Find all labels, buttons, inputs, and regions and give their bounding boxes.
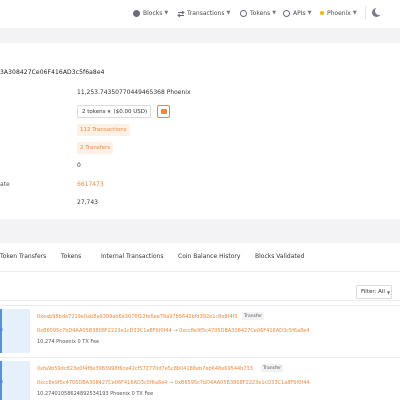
nav-divider — [365, 6, 366, 20]
arrow-right-icon: → — [173, 328, 178, 334]
top-navbar: Blocks ▼ Transactions ▼ Tokens ▼ APIs ▼ … — [0, 0, 400, 28]
chevron-down-icon: ▼ — [307, 10, 312, 16]
wallet-icon — [160, 109, 167, 114]
chevron-down-icon: ▼ — [352, 10, 357, 16]
tab-tokens[interactable]: Tokens — [61, 253, 81, 260]
tab-blocks-validated[interactable]: Blocks Validated — [255, 253, 304, 260]
transactions-icon — [177, 10, 185, 17]
nav-blocks[interactable]: Blocks ▼ — [133, 6, 168, 20]
tokens-count: 2 tokens — [82, 108, 106, 115]
tx-hash-link[interactable]: 0xeab96bde7219e0ab8a9309ab6e3076f12fe6ee… — [37, 314, 237, 320]
chevron-down-icon: ▼ — [386, 289, 391, 295]
fee-value: 0 TX Fee — [131, 391, 154, 397]
address-hash: 3A308427Ce06F416AD3c5f6a8e4 — [0, 69, 105, 76]
tx-type-badge: Transfer — [261, 364, 284, 372]
from-address-link[interactable]: 0xcc8e9f5c4705DBA308427Ce06F416AD3c5f6a8… — [37, 380, 167, 386]
balance-value: 11,253.74350770449465368 Phoenix — [77, 89, 191, 96]
nav-transactions-label: Transactions — [187, 9, 225, 17]
tab-coin-balance-history[interactable]: Coin Balance History — [178, 253, 240, 260]
tokens-icon — [240, 9, 247, 17]
table-row[interactable]: n 0xfa9b59dc823e0f4f8e3983998f6ce42cf572… — [0, 357, 400, 400]
row-direction-tab: n — [0, 309, 30, 353]
amount-line: 10.274 Phoenix 0 TX Fee — [37, 339, 99, 345]
from-to-line: 0xcc8e9f5c4705DBA308427Ce06F416AD3c5f6a8… — [37, 380, 310, 386]
tab-internal-transactions[interactable]: Internal Transactions — [101, 253, 163, 260]
nav-apis[interactable]: APIs ▼ — [283, 6, 311, 20]
nav-tokens[interactable]: Tokens ▼ — [240, 6, 276, 20]
network-status-dot — [320, 11, 324, 15]
list-divider — [0, 300, 400, 301]
tokens-dropdown[interactable]: 2 tokens ▼ ($0.00 USD) — [77, 105, 151, 118]
filter-label: Filter: All — [361, 289, 385, 295]
last-balance-update-link[interactable]: 6617473 — [77, 181, 104, 188]
tx-hash-link[interactable]: 0xfa9b59dc823e0f4f8e3983998f6ce42cf57277… — [37, 366, 253, 372]
amount-value: 10.27401058624892534193 Phoenix — [37, 391, 131, 397]
chevron-down-icon: ▼ — [226, 10, 231, 16]
network-label: Phoenix — [327, 9, 351, 17]
to-address-link[interactable]: 0xB6595c7bD4AA05B3808F2223e1cD33C1a8F6f0… — [175, 380, 310, 386]
nav-transactions[interactable]: Transactions ▼ — [177, 6, 230, 20]
nav-blocks-label: Blocks — [143, 9, 163, 17]
chevron-down-icon: ▼ — [107, 109, 111, 114]
tabs-divider — [0, 271, 400, 272]
arrow-right-icon: → — [168, 380, 174, 386]
tx-type-badge: Transfer — [242, 312, 265, 320]
wallet-button[interactable] — [157, 105, 170, 118]
dark-mode-toggle-icon[interactable] — [372, 7, 383, 17]
tab-token-transfers[interactable]: Token Transfers — [0, 253, 46, 260]
blocks-validated-value: 27,743 — [77, 199, 98, 206]
filter-dropdown[interactable]: Filter: All ▼ — [356, 285, 392, 299]
fee-value: 0 TX Fee — [77, 339, 100, 345]
nav-tokens-label: Tokens — [250, 9, 271, 17]
gas-used-value: 0 — [77, 162, 81, 169]
row-direction-tab: n — [0, 361, 30, 400]
chevron-down-icon: ▼ — [272, 10, 277, 16]
nav-apis-label: APIs — [293, 9, 306, 17]
network-selector[interactable]: Phoenix ▼ — [320, 6, 357, 20]
transfers-count-link[interactable]: 2 Transfers — [77, 142, 114, 154]
from-to-line: 0xB6595c7bD4AA05B3808F2223e1cD33C1a8F6f0… — [37, 328, 310, 334]
to-address-link[interactable]: 0xcc8e9f5c4705DBA308427Ce06F416AD3c5f6a8… — [179, 328, 309, 334]
from-address-link[interactable]: 0xB6595c7bD4AA05B3808F2223e1cD33C1a8F6f0… — [37, 328, 172, 334]
row-direction-label: n — [0, 327, 4, 333]
row-direction-label: n — [0, 379, 4, 385]
blocks-icon — [133, 9, 140, 17]
tokens-value: ($0.00 USD) — [113, 108, 148, 115]
table-row[interactable]: n 0xeab96bde7219e0ab8a9309ab6e3076f12fe6… — [0, 305, 400, 353]
chevron-down-icon: ▼ — [164, 10, 169, 16]
amount-line: 10.27401058624892534193 Phoenix 0 TX Fee — [37, 391, 153, 397]
apis-icon — [283, 9, 290, 17]
last-balance-update-label: ate — [0, 181, 10, 188]
transactions-count-link[interactable]: 112 Transactions — [77, 124, 130, 136]
amount-value: 10.274 Phoenix — [37, 339, 76, 345]
